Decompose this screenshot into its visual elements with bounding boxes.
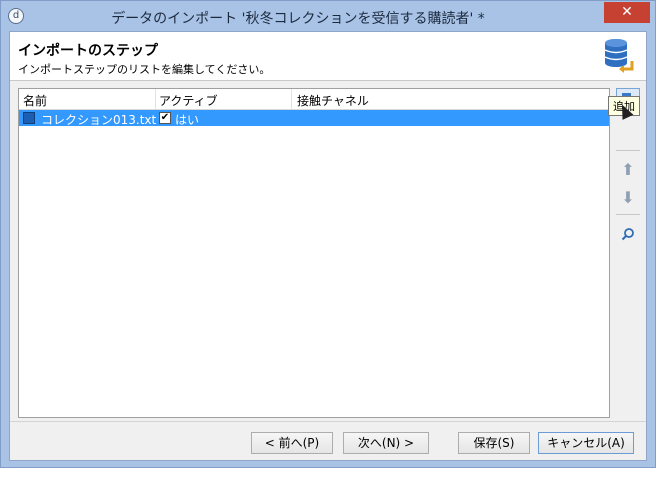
close-button[interactable]: ✕ xyxy=(604,2,650,23)
page-subtitle: インポートステップのリストを編集してください。 xyxy=(18,63,271,76)
save-button[interactable]: 保存(S) xyxy=(458,432,530,454)
database-import-icon xyxy=(604,39,634,73)
table-row[interactable]: コレクション013.txt ✔ はい xyxy=(19,110,609,127)
dialog-header: インポートのステップ インポートステップのリストを編集してください。 xyxy=(10,32,646,81)
column-channel[interactable]: 接触チャネル xyxy=(297,92,369,109)
page-title: インポートのステップ xyxy=(18,43,158,59)
dialog-client-area: インポートのステップ インポートステップのリストを編集してください。 名前 アク… xyxy=(9,31,647,461)
cancel-button[interactable]: キャンセル(A) xyxy=(538,432,634,454)
dialog-footer: < 前へ(P) 次へ(N) > 保存(S) キャンセル(A) xyxy=(10,421,646,460)
row-name: コレクション013.txt xyxy=(41,113,157,127)
column-divider[interactable] xyxy=(155,89,156,109)
title-bar[interactable]: d データのインポート '秋冬コレクションを受信する購読者' * ✕ xyxy=(1,1,655,31)
file-icon xyxy=(23,112,35,124)
arrow-down-icon: ⬇ xyxy=(621,188,635,207)
column-divider[interactable] xyxy=(291,89,292,109)
prev-button[interactable]: < 前へ(P) xyxy=(251,432,333,454)
move-down-button[interactable]: ⬇ xyxy=(616,186,640,210)
move-up-button[interactable]: ⬆ xyxy=(616,158,640,182)
search-button[interactable] xyxy=(616,222,640,246)
window-title: データのインポート '秋冬コレクションを受信する購読者' * xyxy=(111,11,485,27)
next-button[interactable]: 次へ(N) > xyxy=(343,432,429,454)
active-checkbox[interactable]: ✔ xyxy=(159,112,171,124)
import-steps-list[interactable]: 名前 アクティブ 接触チャネル コレクション013.txt ✔ はい xyxy=(18,88,610,418)
row-active-label: はい xyxy=(175,113,200,127)
column-name[interactable]: 名前 xyxy=(23,92,47,109)
arrow-up-icon: ⬆ xyxy=(621,160,635,179)
import-dialog-window: d データのインポート '秋冬コレクションを受信する購読者' * ✕ インポート… xyxy=(0,0,656,468)
toolbar-divider xyxy=(616,214,640,215)
toolbar-divider xyxy=(616,150,640,151)
column-active[interactable]: アクティブ xyxy=(159,92,218,109)
search-icon xyxy=(621,228,634,241)
list-header: 名前 アクティブ 接触チャネル xyxy=(19,89,609,110)
